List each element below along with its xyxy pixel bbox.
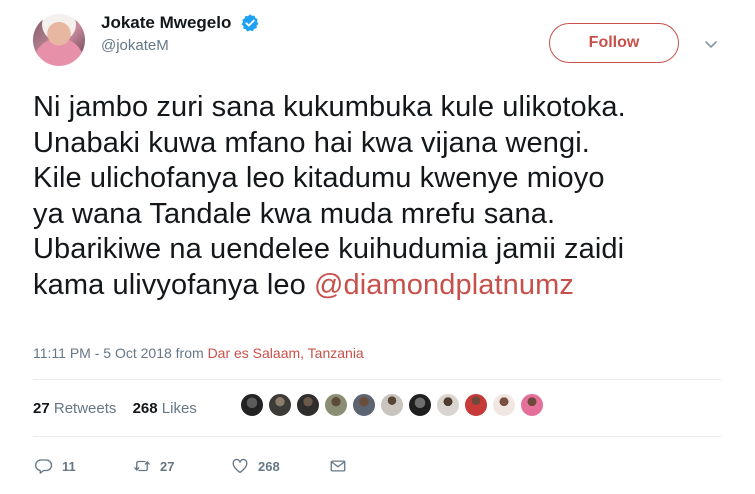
reply-button[interactable]: 11 xyxy=(35,456,76,476)
tweet-text-last-line: kama ulivyofanya leo @diamondplatnumz xyxy=(33,268,743,304)
liker-avatar[interactable] xyxy=(436,393,460,417)
liker-avatar[interactable] xyxy=(268,393,292,417)
liker-avatar[interactable] xyxy=(296,393,320,417)
tweet-text-line: Kile ulichofanya leo kitadumu kwenye mio… xyxy=(33,162,605,194)
divider xyxy=(33,379,721,380)
tweet-text-line: ya wana Tandale kwa muda mrefu sana. xyxy=(33,197,556,230)
heart-icon xyxy=(232,458,248,474)
likes-label: Likes xyxy=(161,400,197,417)
follow-button[interactable]: Follow xyxy=(549,23,679,63)
tweet-text-line: Ubarikiwe na uendelee kuihudumia jamii z… xyxy=(33,233,625,265)
envelope-icon xyxy=(330,460,346,472)
retweets-stat[interactable]: 27 Retweets xyxy=(33,400,116,417)
author-block: Jokate Mwegelo @jokateM xyxy=(101,13,260,54)
like-count: 268 xyxy=(258,458,280,474)
retweet-button[interactable]: 27 xyxy=(133,456,174,476)
retweet-icon xyxy=(134,460,150,472)
liker-avatar[interactable] xyxy=(324,393,348,417)
likes-count: 268 xyxy=(132,400,158,417)
retweets-count: 27 xyxy=(33,400,50,417)
mention-link[interactable]: @diamondplatnumz xyxy=(314,269,574,301)
liker-avatar[interactable] xyxy=(492,393,516,417)
liker-avatar[interactable] xyxy=(520,393,544,417)
reply-icon xyxy=(35,459,53,474)
retweet-count: 27 xyxy=(160,458,175,474)
direct-message-button[interactable] xyxy=(329,456,347,476)
likes-stat[interactable]: 268 Likes xyxy=(133,400,197,417)
tweet-text: Ni jambo zuri sana kukumbuka kule ulikot… xyxy=(33,90,743,303)
divider xyxy=(33,436,721,437)
tweet-text-line: Unabaki kuwa mfano hai kwa vijana wengi. xyxy=(33,126,590,159)
from-word: from xyxy=(175,345,204,361)
retweets-label: Retweets xyxy=(53,400,117,417)
reply-count: 11 xyxy=(62,458,76,474)
chevron-down-icon[interactable] xyxy=(702,38,720,52)
author-handle[interactable]: @jokateM xyxy=(101,37,260,54)
liker-avatar[interactable] xyxy=(464,393,488,417)
tweet-card: Jokate Mwegelo @jokateM Follow Ni jambo … xyxy=(0,0,755,494)
liker-avatar[interactable] xyxy=(408,393,432,417)
liker-avatar[interactable] xyxy=(352,393,376,417)
liker-avatar[interactable] xyxy=(380,393,404,417)
location-link[interactable]: Dar es Salaam, Tanzania xyxy=(208,345,364,361)
timestamp[interactable]: 11:11 PM - 5 Oct 2018 xyxy=(33,345,172,361)
engagement-stats: 27 Retweets 268 Likes xyxy=(33,400,209,417)
verified-badge-icon xyxy=(241,14,259,32)
liker-avatar[interactable] xyxy=(240,393,264,417)
tweet-meta: 11:11 PM - 5 Oct 2018 from Dar es Salaam… xyxy=(33,345,364,361)
author-avatar[interactable] xyxy=(33,14,85,66)
like-button[interactable]: 268 xyxy=(231,456,280,476)
author-display-name[interactable]: Jokate Mwegelo xyxy=(101,13,231,33)
tweet-text-line: kama ulivyofanya leo xyxy=(33,268,314,301)
tweet-text-line: Ni jambo zuri sana kukumbuka kule ulikot… xyxy=(33,91,626,123)
